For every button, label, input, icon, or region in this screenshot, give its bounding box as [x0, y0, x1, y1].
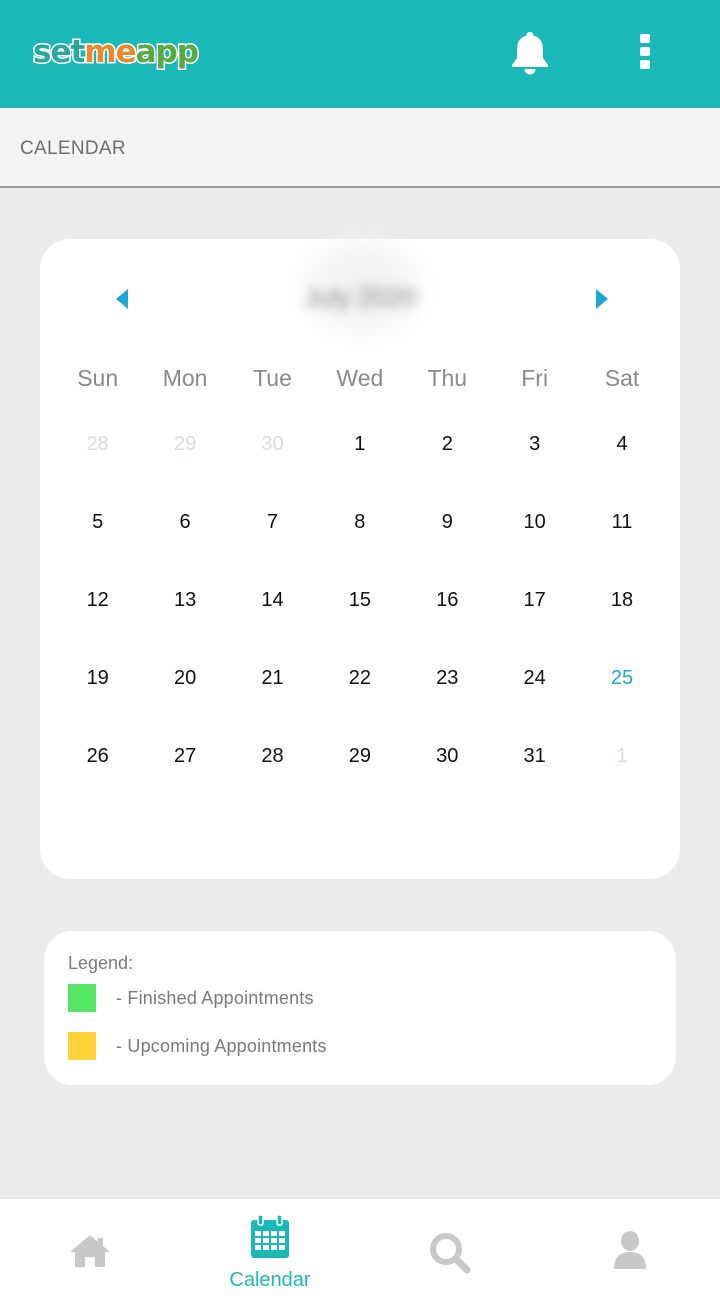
app-bar: setmeapp: [0, 0, 720, 108]
more-vert-icon[interactable]: [630, 32, 660, 72]
day-cell[interactable]: 28: [229, 717, 316, 795]
legend-swatch-upcoming: [68, 1032, 96, 1060]
day-cell[interactable]: 15: [316, 561, 403, 639]
day-cell[interactable]: 31: [491, 717, 578, 795]
day-cell[interactable]: 1: [316, 405, 403, 483]
day-cell[interactable]: 8: [316, 483, 403, 561]
page-header: CALENDAR: [0, 108, 720, 188]
day-cell-outside-month[interactable]: 1: [578, 717, 665, 795]
day-cell-outside-month[interactable]: 29: [141, 405, 228, 483]
weekday-label: Tue: [253, 365, 292, 391]
legend-label: - Upcoming Appointments: [116, 1035, 327, 1056]
day-cell[interactable]: 26: [54, 717, 141, 795]
legend-card: Legend: - Finished Appointments - Upcomi…: [44, 931, 676, 1085]
day-cell[interactable]: 5: [54, 483, 141, 561]
day-cell[interactable]: 13: [141, 561, 228, 639]
weekday-header: Sun Mon Tue Wed Thu Fri Sat: [54, 365, 666, 392]
triangle-right-icon[interactable]: [590, 284, 614, 314]
legend-swatch-finished: [68, 984, 96, 1012]
person-icon: [614, 1231, 646, 1269]
weekday-label: Sun: [77, 365, 119, 391]
nav-profile[interactable]: [540, 1199, 720, 1305]
legend-label: - Finished Appointments: [116, 987, 314, 1008]
day-cell[interactable]: 9: [404, 483, 491, 561]
day-cell[interactable]: 21: [229, 639, 316, 717]
day-cell[interactable]: 29: [316, 717, 403, 795]
calendar-card: July 2020 Sun Mon Tue Wed Thu Fri Sat 28…: [40, 227, 680, 879]
bell-icon[interactable]: [506, 30, 554, 76]
day-cell[interactable]: 16: [404, 561, 491, 639]
nav-home[interactable]: [0, 1199, 180, 1305]
legend-title: Legend:: [68, 953, 134, 973]
page-title: CALENDAR: [20, 138, 126, 159]
logo-text-app: app: [134, 33, 200, 72]
legend-item-finished: - Finished Appointments: [68, 984, 314, 1012]
day-cell[interactable]: 24: [491, 639, 578, 717]
day-cell[interactable]: 3: [491, 405, 578, 483]
day-cell[interactable]: 12: [54, 561, 141, 639]
day-cell[interactable]: 18: [578, 561, 665, 639]
day-cell[interactable]: 4: [578, 405, 665, 483]
triangle-left-icon[interactable]: [110, 284, 134, 314]
month-label: July 2020: [304, 282, 416, 312]
weekday-label: Mon: [162, 365, 208, 391]
bottom-nav: Calendar: [0, 1198, 720, 1305]
weekday-label: Sat: [604, 365, 640, 391]
day-cell[interactable]: 10: [491, 483, 578, 561]
day-cell[interactable]: 27: [141, 717, 228, 795]
home-icon: [70, 1235, 110, 1267]
day-cell[interactable]: 22: [316, 639, 403, 717]
day-cell[interactable]: 6: [141, 483, 228, 561]
app-logo: setmeapp: [31, 33, 200, 74]
day-cell[interactable]: 23: [404, 639, 491, 717]
day-cell[interactable]: 7: [229, 483, 316, 561]
nav-calendar-label: Calendar: [229, 1269, 311, 1291]
weekday-label: Thu: [427, 365, 468, 391]
search-icon: [430, 1233, 471, 1274]
logo-text-me: me: [83, 33, 138, 72]
day-grid: 28 29 30 1 2 3 4 5 6 7 8 9 10 11 12 13 14 15 16 17 18 19 20 21 2…: [54, 405, 666, 795]
day-cell[interactable]: 30: [404, 717, 491, 795]
day-cell-today[interactable]: 25: [578, 639, 665, 717]
nav-calendar[interactable]: Calendar: [180, 1199, 360, 1305]
day-cell[interactable]: 20: [141, 639, 228, 717]
day-cell-outside-month[interactable]: 30: [229, 405, 316, 483]
nav-search[interactable]: [360, 1199, 540, 1305]
calendar-icon: [251, 1214, 289, 1258]
legend-item-upcoming: - Upcoming Appointments: [68, 1032, 327, 1060]
day-cell[interactable]: 2: [404, 405, 491, 483]
day-cell[interactable]: 11: [578, 483, 665, 561]
logo-text-set: set: [31, 33, 86, 72]
day-cell-outside-month[interactable]: 28: [54, 405, 141, 483]
day-cell[interactable]: 17: [491, 561, 578, 639]
weekday-label: Wed: [336, 365, 384, 391]
weekday-label: Fri: [521, 365, 549, 391]
day-cell[interactable]: 19: [54, 639, 141, 717]
day-cell[interactable]: 14: [229, 561, 316, 639]
